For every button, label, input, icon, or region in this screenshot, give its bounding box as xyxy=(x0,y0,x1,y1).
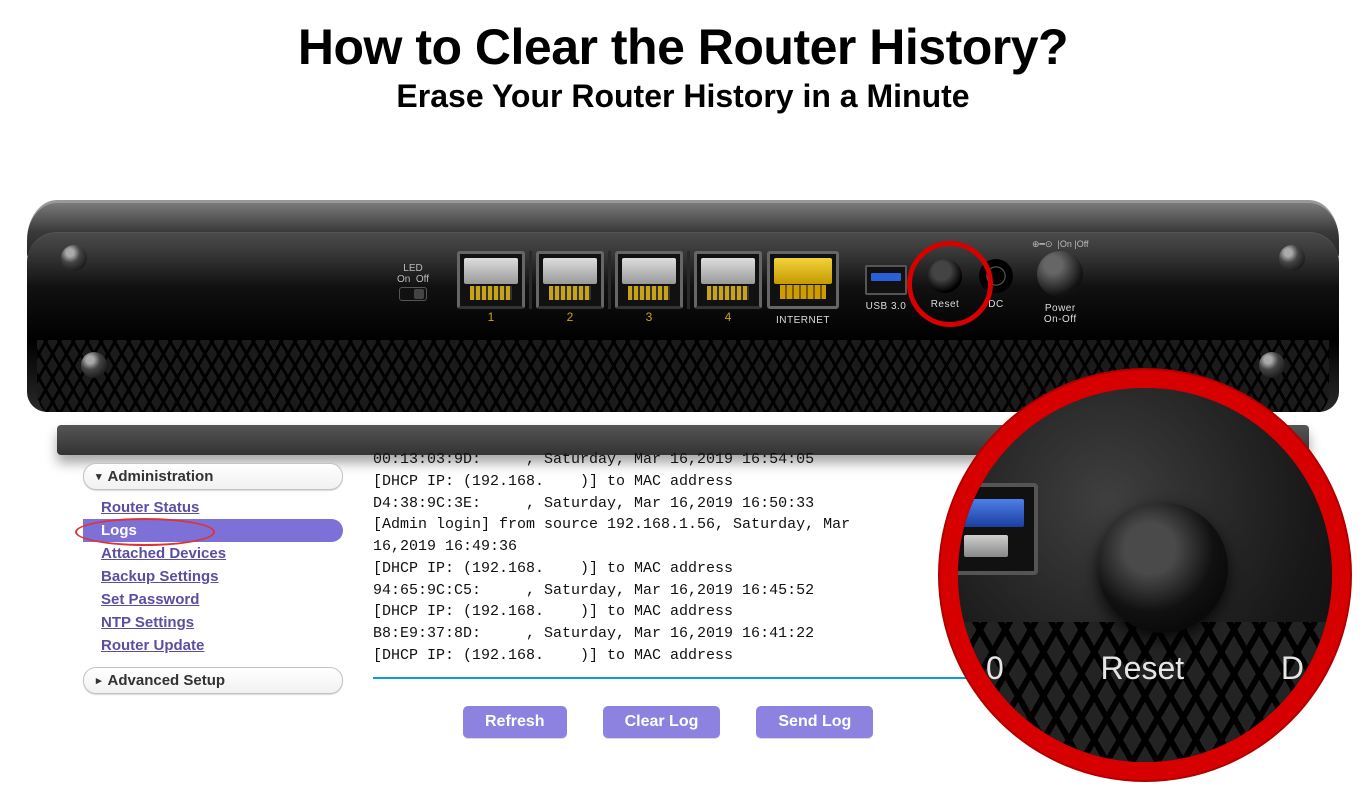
section-label: Administration xyxy=(108,468,214,485)
send-log-button[interactable]: Send Log xyxy=(756,706,873,738)
sidebar-item-router-status[interactable]: Router Status xyxy=(97,496,343,519)
page-title: How to Clear the Router History? xyxy=(0,18,1366,76)
clear-log-button[interactable]: Clear Log xyxy=(603,706,721,738)
zoom-label-reset: Reset xyxy=(1101,650,1185,687)
zoom-label-right: D xyxy=(1281,650,1304,687)
sidebar-item-attached-devices[interactable]: Attached Devices xyxy=(97,542,343,565)
power-label: Power On-Off xyxy=(1032,303,1089,325)
internet-port: INTERNET xyxy=(767,251,839,326)
reset-hole-zoom xyxy=(1098,503,1228,633)
sidebar-section-advanced[interactable]: ▸ Advanced Setup xyxy=(83,667,343,694)
sidebar-item-ntp-settings[interactable]: NTP Settings xyxy=(97,611,343,634)
screw-icon xyxy=(1279,245,1305,271)
screw-icon xyxy=(1259,352,1285,378)
zoom-lens: 0 Reset D xyxy=(940,370,1350,780)
highlight-circle-icon xyxy=(907,241,993,327)
led-label: LED xyxy=(403,263,422,274)
sidebar-item-backup-settings[interactable]: Backup Settings xyxy=(97,565,343,588)
ethernet-port-2: 2 xyxy=(536,251,604,309)
internet-label: INTERNET xyxy=(767,315,839,326)
sidebar-item-set-password[interactable]: Set Password xyxy=(97,588,343,611)
refresh-button[interactable]: Refresh xyxy=(463,706,567,738)
sidebar-section-administration[interactable]: ▾ Administration xyxy=(83,463,343,490)
caret-right-icon: ▸ xyxy=(96,674,102,687)
led-on-label: On xyxy=(397,274,410,285)
sidebar: ▾ Administration Router Status Logs Atta… xyxy=(83,463,343,698)
led-switch: LED On Off xyxy=(397,263,429,301)
led-off-label: Off xyxy=(416,274,429,285)
zoom-label-left: 0 xyxy=(986,650,1004,687)
sidebar-item-router-update[interactable]: Router Update xyxy=(97,634,343,657)
page-subtitle: Erase Your Router History in a Minute xyxy=(0,78,1366,115)
sidebar-menu: Router Status Logs Attached Devices Back… xyxy=(83,494,343,667)
ethernet-port-3: 3 xyxy=(615,251,683,309)
usb-port-zoom xyxy=(940,483,1038,575)
caret-down-icon: ▾ xyxy=(96,470,102,483)
usb-port: USB 3.0 xyxy=(865,265,907,312)
power-button: ⊕━⊙ |On |Off Power On-Off xyxy=(1032,240,1089,325)
ethernet-port-1: 1 xyxy=(457,251,525,309)
ethernet-ports: 1 2 3 4 xyxy=(457,251,762,309)
screw-icon xyxy=(81,352,107,378)
sidebar-item-logs[interactable]: Logs xyxy=(83,519,343,542)
screw-icon xyxy=(61,245,87,271)
usb-label: USB 3.0 xyxy=(865,301,907,312)
log-output[interactable]: 00:13:03:9D: , Saturday, Mar 16,2019 16:… xyxy=(373,449,973,679)
section-label: Advanced Setup xyxy=(108,672,226,689)
log-buttons: Refresh Clear Log Send Log xyxy=(463,706,873,738)
ethernet-port-4: 4 xyxy=(694,251,762,309)
